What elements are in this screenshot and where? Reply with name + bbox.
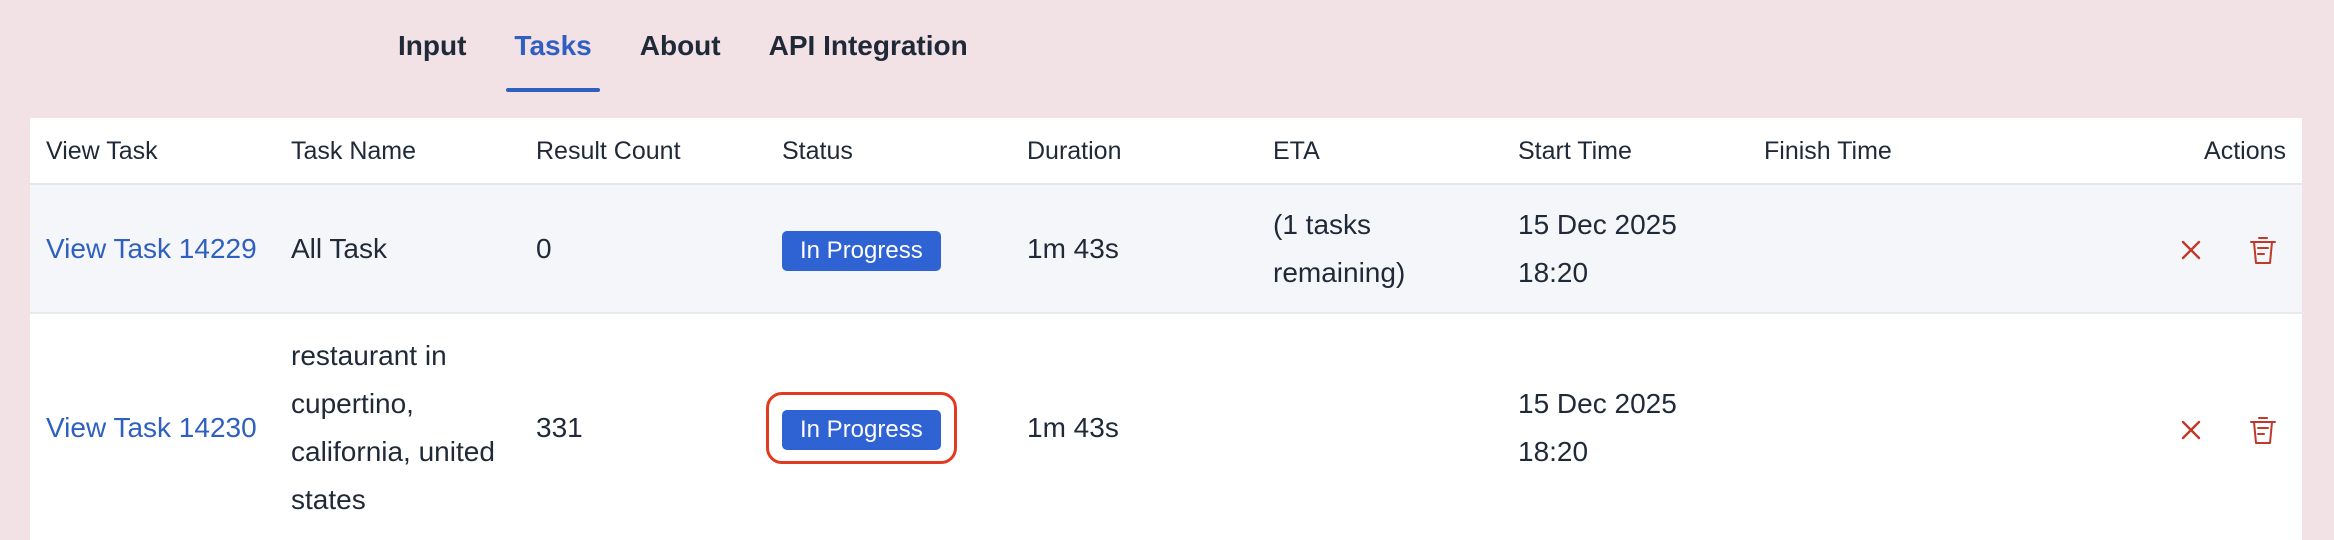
trash-icon[interactable] — [2246, 413, 2280, 447]
cell-duration: 1m 43s — [1011, 313, 1257, 540]
table-header-row: View Task Task Name Result Count Status … — [30, 118, 2302, 185]
header-eta: ETA — [1257, 118, 1502, 185]
tab-tasks[interactable]: Tasks — [506, 0, 601, 92]
status-badge-highlight: In Progress — [766, 392, 957, 464]
cell-duration: 1m 43s — [1011, 184, 1257, 314]
header-task-name: Task Name — [275, 118, 520, 185]
header-status: Status — [766, 118, 1011, 185]
tasks-table: View Task Task Name Result Count Status … — [30, 118, 2302, 540]
cell-status: In Progress — [766, 184, 1011, 314]
table-row: View Task 14229 All Task 0 In Progress 1… — [30, 184, 2302, 314]
view-task-link[interactable]: View Task 14230 — [46, 412, 257, 443]
cell-eta — [1257, 313, 1502, 540]
cell-finish-time — [1748, 313, 1993, 540]
cell-result-count: 331 — [520, 313, 766, 540]
header-result-count: Result Count — [520, 118, 766, 185]
view-task-link[interactable]: View Task 14229 — [46, 233, 257, 264]
close-icon[interactable] — [2174, 233, 2208, 267]
cell-task-name: restaurant in cupertino, california, uni… — [275, 313, 520, 540]
header-start-time: Start Time — [1502, 118, 1748, 185]
tab-bar: Input Tasks About API Integration — [390, 0, 1008, 92]
trash-icon[interactable] — [2246, 233, 2280, 267]
tasks-table-card: View Task Task Name Result Count Status … — [30, 118, 2302, 540]
cell-view-task: View Task 14229 — [30, 184, 275, 314]
cell-result-count: 0 — [520, 184, 766, 314]
status-badge: In Progress — [782, 410, 941, 450]
header-actions: Actions — [1993, 118, 2302, 185]
table-row: View Task 14230 restaurant in cupertino,… — [30, 313, 2302, 540]
cell-view-task: View Task 14230 — [30, 313, 275, 540]
cell-actions — [1993, 184, 2302, 314]
cell-start-time: 15 Dec 2025 18:20 — [1502, 184, 1748, 314]
header-duration: Duration — [1011, 118, 1257, 185]
status-badge: In Progress — [782, 230, 941, 271]
cell-status: In Progress — [766, 313, 1011, 540]
cell-eta: (1 tasks remaining) — [1257, 184, 1502, 314]
close-icon[interactable] — [2174, 413, 2208, 447]
header-view-task: View Task — [30, 118, 275, 185]
tasks-page: Input Tasks About API Integration View T… — [0, 0, 2334, 540]
tab-about[interactable]: About — [632, 0, 729, 92]
header-finish-time: Finish Time — [1748, 118, 1993, 185]
tab-api-integration[interactable]: API Integration — [761, 0, 976, 92]
cell-actions — [1993, 313, 2302, 540]
cell-finish-time — [1748, 184, 1993, 314]
cell-start-time: 15 Dec 2025 18:20 — [1502, 313, 1748, 540]
tab-input[interactable]: Input — [390, 0, 474, 92]
cell-task-name: All Task — [275, 184, 520, 314]
